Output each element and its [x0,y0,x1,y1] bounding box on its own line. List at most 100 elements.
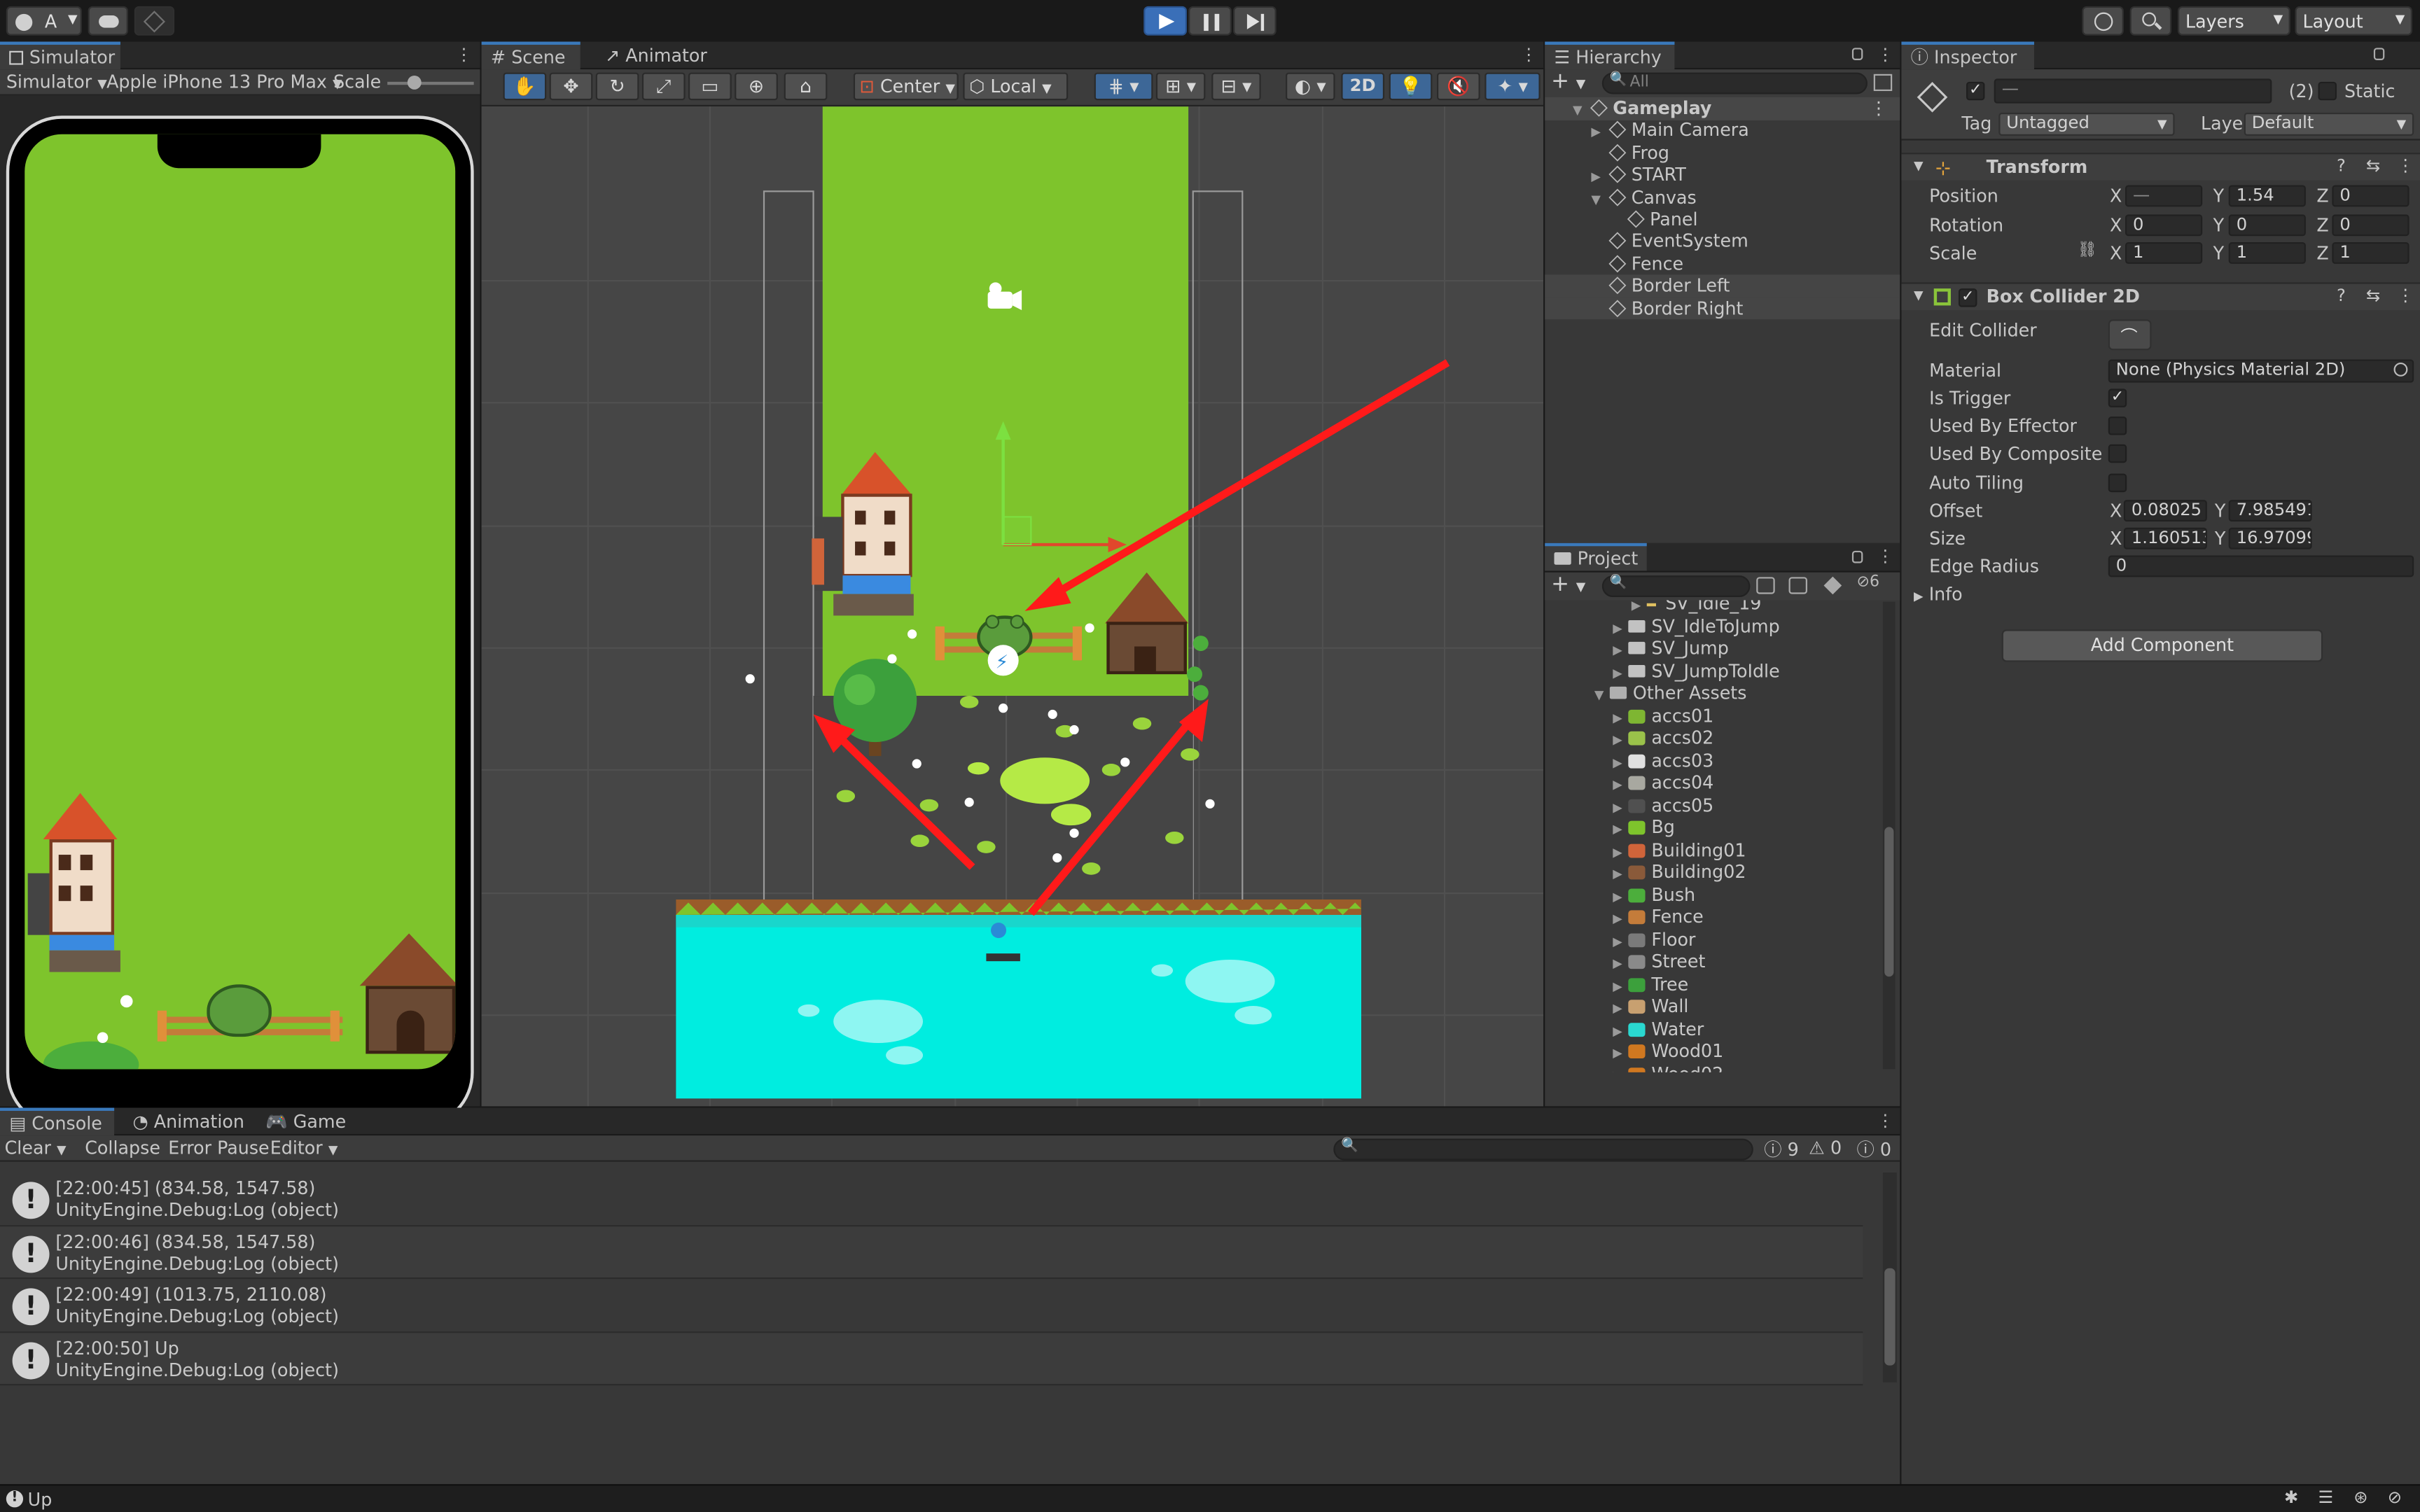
log-count-toggle[interactable]: ⓘ 9 [1764,1137,1799,1161]
transform-position-z-field[interactable]: 0 [2332,185,2409,207]
kebab-menu-icon[interactable]: ⋮ [455,46,472,64]
hierarchy-item[interactable]: Panel [1545,209,1900,231]
boxcollider-header[interactable]: ▼ ✓ Box Collider 2D ? ⇆ ⋮ [1901,282,2420,311]
transform-scale-y-field[interactable]: 1 [2228,242,2306,264]
tab-hierarchy[interactable]: ☰ Hierarchy [1545,41,1675,70]
hidden-packages-icon[interactable]: ⊘6 [1857,574,1880,591]
info-foldout[interactable]: ▶ Info [1914,583,1963,605]
cache-icon[interactable]: ⊛ [2353,1488,2367,1508]
effects-dropdown[interactable]: ✦ ▾ [1484,72,1541,101]
hierarchy-item[interactable]: ▶ Main Camera [1545,120,1900,142]
hand-tool-button[interactable]: ✋ [503,72,547,101]
project-item[interactable]: ▶ SV_JumpToIdle [1545,659,1881,682]
progress-icon[interactable]: ☰ [2318,1488,2334,1508]
lock-icon[interactable] [2373,48,2385,60]
project-item[interactable]: ▶ Water [1545,1018,1881,1040]
transform-rotation-z-field[interactable]: 0 [2332,214,2409,236]
create-asset-button[interactable]: + ▼ [1551,574,1585,598]
transform-position-x-field[interactable]: — [2125,185,2203,207]
project-item[interactable]: ▶ accs02 [1545,727,1881,749]
project-item[interactable]: ▶ Floor [1545,928,1881,951]
preset-icon[interactable]: ⇆ [2366,156,2380,176]
project-item[interactable]: ▶ Building02 [1545,861,1881,883]
boxcollider-enabled-toggle[interactable]: ✓ [1958,288,1977,307]
project-item[interactable]: ▶ Building01 [1545,839,1881,861]
play-button[interactable] [1143,6,1187,36]
debug-icon[interactable]: ✱ [2284,1488,2298,1508]
help-icon[interactable]: ? [2337,286,2346,306]
error-count-toggle[interactable]: ⓘ 0 [1857,1137,1892,1161]
collider-bool-checkbox[interactable] [2108,416,2127,435]
project-item[interactable]: ▶ SV_IdleToJump [1545,615,1881,637]
help-icon[interactable]: ? [2337,156,2346,176]
tab-project[interactable]: Project [1545,542,1647,571]
pause-button[interactable] [1188,6,1232,36]
scene-viewport[interactable]: ⚡ [481,106,1544,1107]
project-item[interactable]: ▶ accs03 [1545,749,1881,771]
offset-y-field[interactable]: 7.985491 [2228,500,2312,522]
project-item[interactable]: ▶ Bush [1545,883,1881,906]
clear-button[interactable]: Clear ▼ [5,1137,67,1158]
scale-slider[interactable] [387,81,474,85]
move-tool-button[interactable]: ✥ [549,72,593,101]
collapse-button[interactable]: Collapse [85,1137,160,1158]
project-item[interactable]: ▶ accs01 [1545,704,1881,727]
device-dropdown[interactable]: Apple iPhone 13 Pro Max ▼ [106,71,342,92]
collab-button[interactable] [134,6,175,36]
console-log-entry[interactable]: ! [22:00:45] (834.58, 1547.58) UnityEngine… [0,1172,1863,1226]
transform-scale-z-field[interactable]: 1 [2332,242,2409,264]
console-log-entry[interactable]: ! [22:00:46] (834.58, 1547.58) UnityEngine… [0,1226,1863,1280]
tab-animator[interactable]: ↗ Animator [596,42,707,70]
offset-x-field[interactable]: 0.08025 [2123,500,2207,522]
project-scrollbar[interactable] [1882,601,1896,1070]
project-item[interactable]: ▶ Wood01 [1545,1040,1881,1063]
kebab-menu-icon[interactable]: ⋮ [1520,46,1537,64]
transform-tool-button[interactable]: ⊕ [735,72,778,101]
console-scrollbar-thumb[interactable] [1884,1268,1896,1366]
transform-rotation-y-field[interactable]: 0 [2228,214,2306,236]
size-x-field[interactable]: 1.160513 [2123,527,2207,550]
hierarchy-item[interactable]: Fence [1545,253,1900,275]
account-dropdown[interactable]: A ▼ [6,6,82,36]
gameobject-name-field[interactable]: — [1994,78,2272,104]
pivot-rotation-dropdown[interactable]: ⬡ Local ▼ [963,72,1069,101]
step-button[interactable] [1233,6,1277,36]
project-item[interactable]: ▶ SV_Idle_19 [1545,600,1881,615]
hierarchy-item[interactable]: ▼ Canvas [1545,186,1900,209]
size-y-field[interactable]: 16.97099 [2228,527,2312,550]
collider-bool-checkbox[interactable]: ✓ [2108,388,2127,407]
project-search-input[interactable]: 🔍 [1601,575,1751,597]
history-button[interactable] [2082,6,2124,36]
preset-icon[interactable]: ⇆ [2366,286,2380,306]
object-picker-icon[interactable] [2393,362,2408,377]
tab-simulator[interactable]: Simulator [0,41,120,70]
game-screen[interactable] [25,134,456,1070]
2d-toggle-button[interactable]: 2D [1341,72,1385,101]
project-item[interactable]: ▶ Bg [1545,816,1881,839]
tab-scene[interactable]: # Scene [481,41,580,70]
project-item[interactable]: ▶ SV_Jump [1545,637,1881,659]
kebab-menu-icon[interactable]: ⋮ [1877,46,1893,64]
lighting-toggle-button[interactable]: 💡 [1389,72,1433,101]
transform-header[interactable]: ▼ ⊹ Transform ? ⇆ ⋮ [1901,153,2420,181]
hierarchy-item[interactable]: Frog [1545,141,1900,164]
edit-collider-button[interactable]: ⌒ [2108,319,2152,351]
settings-icon[interactable]: ⊘ [2388,1488,2402,1508]
hierarchy-item[interactable]: Border Left [1545,274,1900,298]
kebab-menu-icon[interactable]: ⋮ [2397,156,2414,176]
kebab-menu-icon[interactable]: ⋮ [1870,97,1887,120]
hierarchy-item[interactable]: ▶ START [1545,164,1900,186]
console-log-entry[interactable]: ! [22:00:50] Up UnityEngine.Debug:Log (obj… [0,1332,1863,1386]
transform-position-y-field[interactable]: 1.54 [2228,185,2306,207]
static-toggle[interactable] [2318,81,2337,101]
tab-inspector[interactable]: ⓘ Inspector [1901,41,2034,70]
console-scrollbar[interactable] [1882,1172,1897,1382]
tab-game[interactable]: 🎮 Game [256,1108,349,1136]
foldout-collapsed-icon[interactable]: ▶ [1613,1065,1628,1072]
tab-console[interactable]: ▤ Console [0,1107,115,1136]
transform-rotation-x-field[interactable]: 0 [2125,214,2203,236]
console-search-input[interactable]: 🔍 [1333,1138,1753,1161]
link-icon[interactable]: ⛓ [2078,242,2097,259]
custom-tool-button[interactable]: ⌂ [784,72,828,101]
search-button[interactable] [2129,6,2172,36]
